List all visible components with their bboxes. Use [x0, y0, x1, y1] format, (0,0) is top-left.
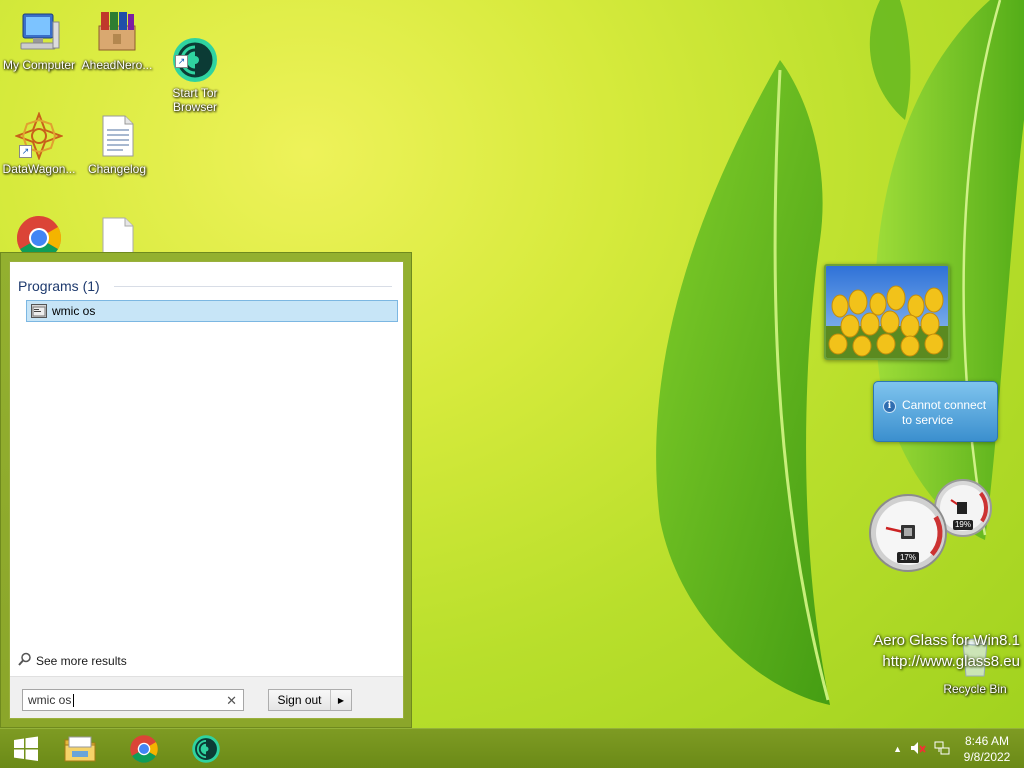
- shortcut-arrow-icon: ↗: [19, 145, 32, 158]
- tor-browser-icon: ↗: [171, 22, 219, 82]
- show-hidden-icons-chevron-icon[interactable]: ▲: [893, 744, 902, 754]
- see-more-results-link[interactable]: See more results: [18, 652, 127, 669]
- watermark-line-1: Aero Glass for Win8.1: [873, 632, 1020, 649]
- weather-gadget[interactable]: i Cannot connect to service: [873, 381, 998, 442]
- shutdown-options-arrow-icon[interactable]: ▶: [331, 696, 351, 705]
- search-input[interactable]: wmic os ✕: [22, 689, 244, 711]
- search-result-label: wmic os: [52, 304, 96, 318]
- tulips-photo: [826, 266, 948, 358]
- start-button[interactable]: [0, 731, 52, 767]
- system-tray: ▲ 8:46 AM 9/8/2022: [889, 729, 1024, 768]
- desktop-icon-changelog[interactable]: Changelog: [78, 112, 156, 176]
- desktop-icon-my-computer[interactable]: My Computer: [0, 8, 78, 72]
- taskbar-tor-browser[interactable]: [180, 731, 232, 767]
- volume-muted-icon[interactable]: [910, 741, 926, 757]
- slideshow-gadget[interactable]: [824, 264, 950, 360]
- file-explorer-icon: [64, 736, 96, 762]
- search-input-value: wmic os: [28, 693, 72, 707]
- tor-browser-icon: [192, 735, 220, 763]
- watermark-line-2: http://www.glass8.eu: [882, 653, 1020, 670]
- text-document-icon: [93, 112, 141, 160]
- clock-date: 9/8/2022: [963, 750, 1011, 764]
- sign-out-button[interactable]: Sign out: [269, 690, 331, 710]
- winrar-icon: [93, 8, 141, 56]
- see-more-label: See more results: [36, 653, 127, 668]
- taskbar-file-explorer[interactable]: [54, 731, 106, 767]
- command-prompt-icon: [31, 304, 47, 318]
- start-menu-results-panel: Programs (1) wmic os See more results wm…: [9, 261, 404, 719]
- windows-logo-icon: [14, 736, 38, 761]
- header-divider: [114, 286, 392, 287]
- info-icon: i: [883, 400, 896, 413]
- cpu-usage-value: 17%: [897, 552, 919, 563]
- start-menu: Programs (1) wmic os See more results wm…: [0, 252, 412, 728]
- programs-group-header: Programs (1): [18, 278, 100, 294]
- taskbar: ▲ 8:46 AM 9/8/2022: [0, 728, 1024, 768]
- computer-icon: [15, 8, 63, 56]
- cpu-meter-gadget[interactable]: 17% 19%: [866, 478, 996, 574]
- taskbar-chrome[interactable]: [118, 731, 170, 767]
- network-icon[interactable]: [934, 740, 950, 758]
- desktop-icon-label: DataWagon...: [2, 162, 76, 176]
- gadget-message: Cannot connect to service: [902, 398, 987, 427]
- desktop-icon-label: Changelog: [87, 162, 147, 176]
- system-clock[interactable]: 8:46 AM 9/8/2022: [954, 733, 1020, 765]
- desktop-icon-label: Start Tor Browser: [172, 86, 218, 114]
- chrome-icon: [130, 735, 158, 763]
- shortcut-arrow-icon: ↗: [175, 55, 188, 68]
- desktop-icon-datawagon[interactable]: ↗ DataWagon...: [0, 111, 78, 176]
- memory-usage-value: 19%: [953, 520, 973, 530]
- sign-out-button-group: Sign out ▶: [268, 689, 352, 711]
- start-menu-footer: wmic os ✕ Sign out ▶: [10, 676, 403, 718]
- text-cursor: [73, 693, 75, 707]
- desktop-icon-aheadnero[interactable]: AheadNero...: [78, 8, 156, 72]
- datawagon-icon: ↗: [14, 111, 64, 161]
- desktop-icon-start-tor-browser[interactable]: ↗ Start Tor Browser: [156, 8, 234, 128]
- desktop-icon-label: AheadNero...: [81, 58, 153, 72]
- aero-glass-watermark: Aero Glass for Win8.1 http://www.glass8.…: [873, 630, 1020, 672]
- clock-time: 8:46 AM: [964, 734, 1010, 748]
- search-result-item[interactable]: wmic os: [26, 300, 398, 322]
- desktop-icon-label: Recycle Bin: [943, 682, 1007, 696]
- search-icon: [18, 652, 32, 669]
- desktop-icon-label: My Computer: [2, 58, 76, 72]
- clear-search-icon[interactable]: ✕: [226, 693, 237, 709]
